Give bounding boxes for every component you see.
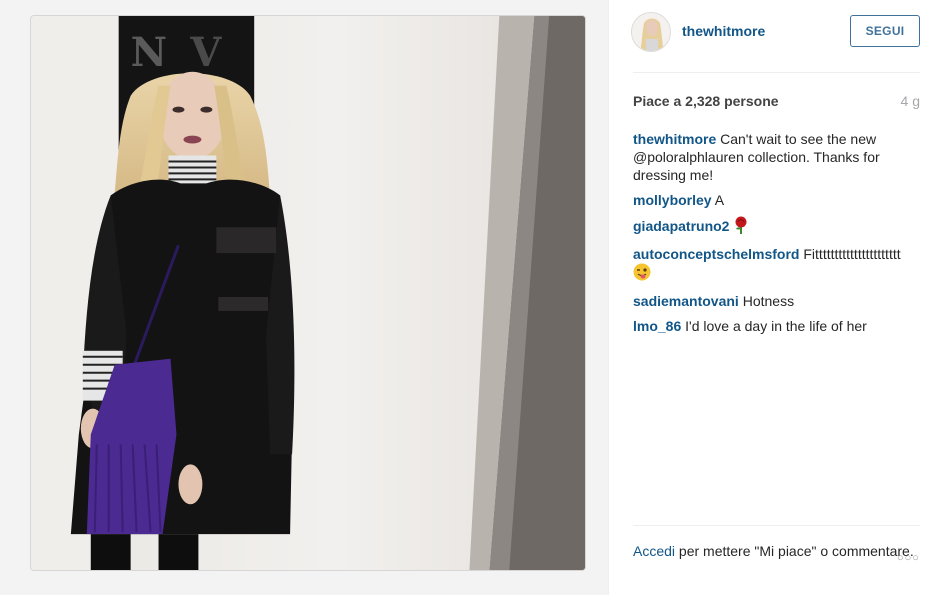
comment-author[interactable]: sadiemantovani — [633, 293, 739, 309]
footer-divider — [633, 525, 920, 526]
login-prompt: Accedi per mettere "Mi piace" o commenta… — [633, 542, 920, 560]
post-side-panel: thewhitmore SEGUI Piace a 2,328 persone … — [608, 0, 946, 595]
comment-item: lmo_86 I'd love a day in the life of her — [633, 317, 920, 335]
svg-text:N: N — [131, 30, 167, 76]
more-options-icon[interactable]: ○○○ — [897, 552, 923, 566]
caption: thewhitmore Can't wait to see the new @p… — [633, 130, 920, 184]
comment-author[interactable]: lmo_86 — [633, 318, 681, 334]
likes-count[interactable]: Piace a 2,328 persone — [633, 93, 779, 109]
login-prompt-text: per mettere "Mi piace" o commentare. — [678, 543, 914, 559]
comment-author[interactable]: mollyborley — [633, 192, 712, 208]
comment-text: Hotness — [742, 293, 795, 309]
comment-text: A — [714, 192, 725, 208]
post-age[interactable]: 4 g — [901, 93, 920, 109]
photo-illustration: N V — [31, 16, 585, 570]
svg-text:V: V — [189, 30, 222, 76]
avatar[interactable] — [631, 12, 671, 52]
comment-text: I'd love a day in the life of her — [685, 318, 867, 334]
username-link[interactable]: thewhitmore — [682, 23, 765, 39]
instagram-post: N V thewhitmore SEGUI Piace a 2,328 pers… — [0, 0, 946, 595]
comment-text: Fitttttttttttttttttttttt — [803, 246, 901, 262]
comment-item: sadiemantovani Hotness — [633, 292, 920, 310]
header-divider — [633, 72, 920, 73]
login-link[interactable]: Accedi — [633, 543, 675, 559]
likes-row: Piace a 2,328 persone 4 g — [633, 93, 920, 113]
comment-author[interactable]: autoconceptschelmsford — [633, 246, 799, 262]
winking-face-tongue-emoji-icon — [633, 263, 651, 285]
comment-item: mollyborley A — [633, 191, 920, 209]
comment-item: autoconceptschelmsford Fittttttttttttttt… — [633, 245, 920, 285]
caption-author[interactable]: thewhitmore — [633, 131, 716, 147]
rose-emoji-icon — [733, 216, 749, 238]
follow-button[interactable]: SEGUI — [850, 15, 920, 47]
post-photo[interactable]: N V — [30, 15, 586, 571]
comment-author[interactable]: giadapatruno2 — [633, 218, 729, 234]
photo-pane: N V — [0, 0, 608, 595]
avatar-image — [632, 13, 670, 51]
comment-item: giadapatruno2 — [633, 216, 920, 238]
post-header: thewhitmore SEGUI — [609, 0, 946, 72]
comments-list: thewhitmore Can't wait to see the new @p… — [633, 130, 920, 342]
